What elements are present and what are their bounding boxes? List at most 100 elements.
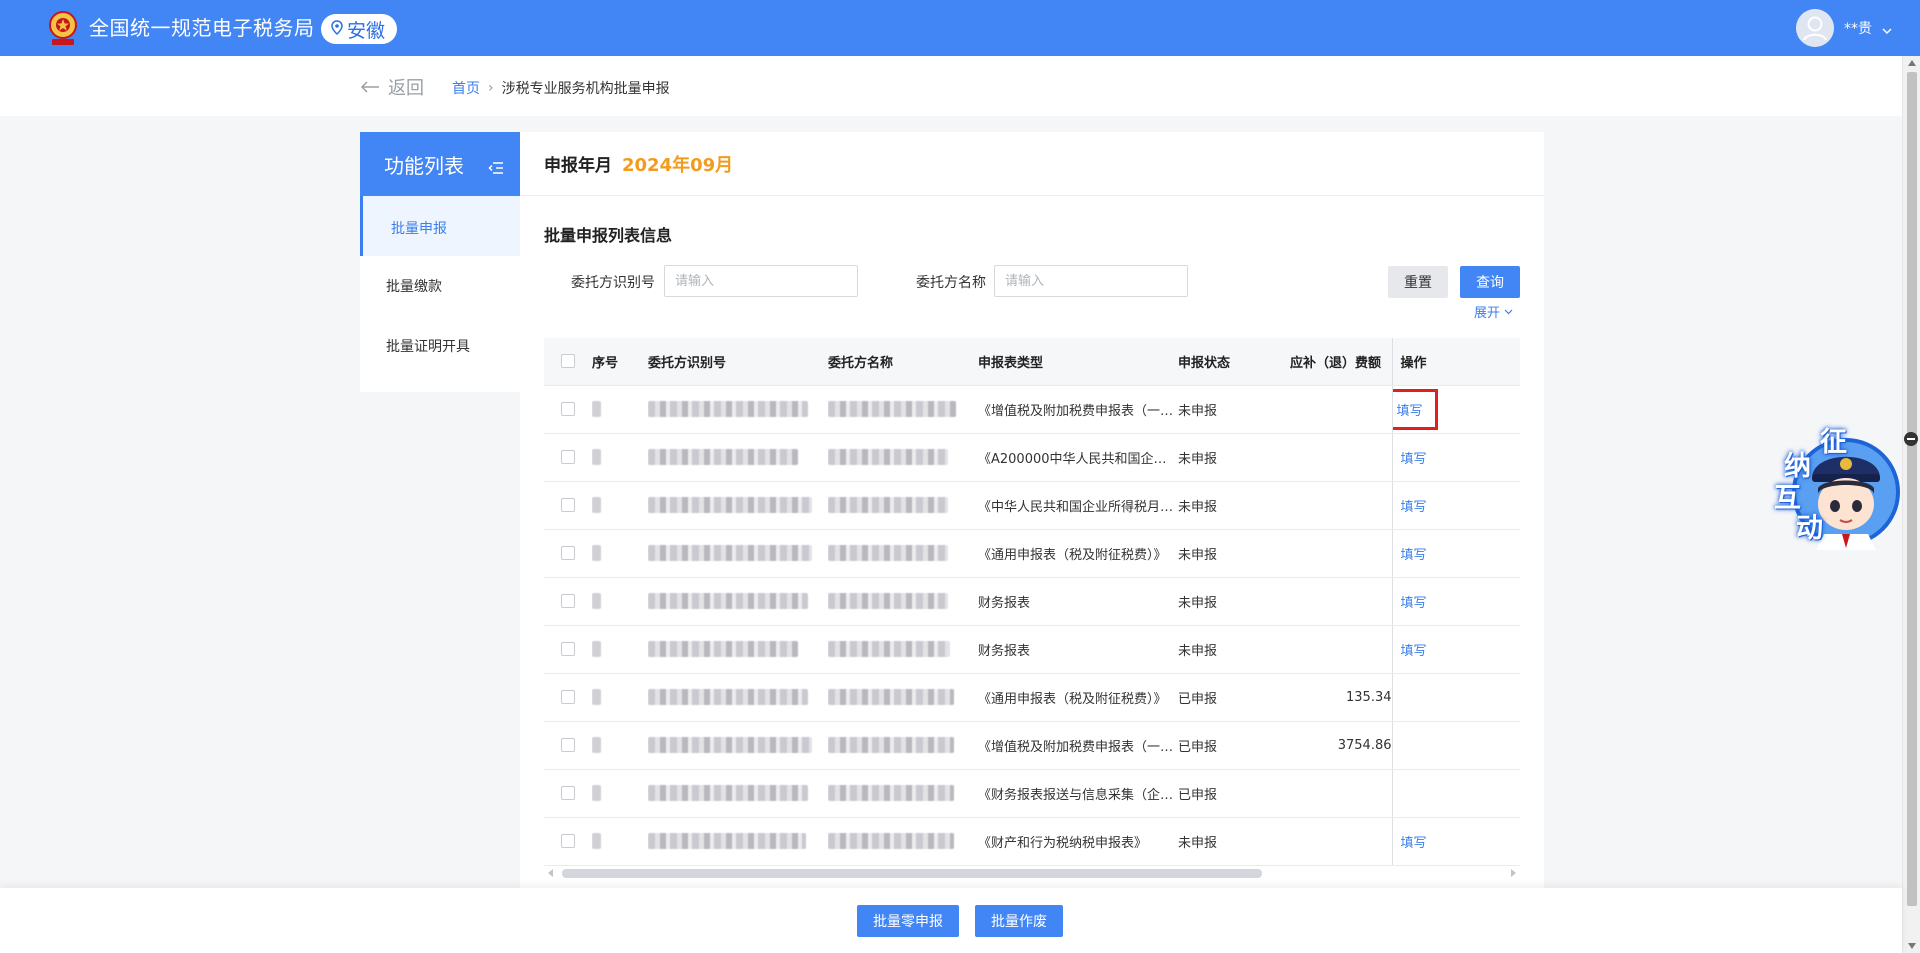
row-checkbox[interactable] bbox=[561, 546, 575, 560]
declare-period-bar: 申报年月 2024年09月 bbox=[520, 132, 1544, 196]
breadcrumb-home-link[interactable]: 首页 bbox=[452, 78, 480, 98]
status-cell: 未申报 bbox=[1178, 433, 1290, 482]
redacted-client-name bbox=[828, 785, 954, 801]
client-name-input[interactable] bbox=[994, 265, 1188, 297]
row-checkbox[interactable] bbox=[561, 450, 575, 464]
status-cell: 未申报 bbox=[1178, 817, 1290, 866]
user-avatar-icon[interactable] bbox=[1796, 9, 1834, 47]
interaction-assistant-widget[interactable]: 征 纳 互 动 bbox=[1772, 422, 1902, 550]
expand-filters-toggle[interactable]: 展开 bbox=[1474, 302, 1513, 321]
row-checkbox[interactable] bbox=[561, 786, 575, 800]
redacted-client-name bbox=[828, 641, 950, 657]
action-cell bbox=[1391, 673, 1520, 722]
redacted-seq bbox=[592, 449, 601, 465]
status-cell: 已申报 bbox=[1178, 769, 1290, 818]
status-cell: 已申报 bbox=[1178, 721, 1290, 770]
action-cell: 填写 bbox=[1391, 529, 1520, 578]
form-type-cell: 《增值税及附加税费申报表（一般纳税人适用）》 bbox=[978, 385, 1178, 434]
vertical-scrollbar[interactable] bbox=[1902, 56, 1920, 953]
reset-button[interactable]: 重置 bbox=[1388, 266, 1448, 298]
client-name-label: 委托方名称 bbox=[916, 275, 986, 291]
user-name[interactable]: **贵 bbox=[1844, 18, 1872, 38]
location-pin-icon bbox=[331, 18, 343, 40]
fill-link[interactable]: 填写 bbox=[1401, 500, 1427, 515]
amount-cell bbox=[1290, 385, 1392, 434]
row-checkbox[interactable] bbox=[561, 594, 575, 608]
sidebar-item-batch-declare[interactable]: 批量申报 bbox=[360, 196, 520, 256]
sidebar-header: 功能列表 bbox=[360, 132, 520, 196]
fill-link[interactable]: 填写 bbox=[1401, 596, 1427, 611]
client-id-label: 委托方识别号 bbox=[571, 275, 655, 291]
client-id-input[interactable] bbox=[664, 265, 858, 297]
amount-cell bbox=[1290, 577, 1392, 626]
chevron-right-icon: › bbox=[488, 80, 494, 96]
row-checkbox[interactable] bbox=[561, 498, 575, 512]
row-checkbox[interactable] bbox=[561, 834, 575, 848]
sidebar-item-batch-certificate[interactable]: 批量证明开具 bbox=[360, 316, 520, 376]
vertical-scroll-thumb[interactable] bbox=[1907, 72, 1917, 906]
status-cell: 未申报 bbox=[1178, 577, 1290, 626]
sidebar-title: 功能列表 bbox=[384, 153, 464, 178]
sidebar-item-batch-payment[interactable]: 批量缴款 bbox=[360, 256, 520, 316]
tax-emblem-logo bbox=[46, 8, 80, 48]
footer-action-bar: 批量零申报 批量作废 bbox=[0, 888, 1902, 953]
row-checkbox[interactable] bbox=[561, 402, 575, 416]
action-cell: 填写 bbox=[1391, 817, 1520, 866]
declare-table: 序号 委托方识别号 委托方名称 申报表类型 申报状态 应补（退）费额 操作 《增… bbox=[544, 338, 1520, 866]
table-row: 《通用申报表（税及附征税费）》 未申报 填写 bbox=[544, 529, 1520, 578]
fill-link[interactable]: 填写 bbox=[1401, 548, 1427, 563]
scroll-left-icon[interactable] bbox=[548, 869, 553, 877]
batch-void-button[interactable]: 批量作废 bbox=[975, 905, 1063, 937]
amount-cell bbox=[1290, 769, 1392, 818]
status-cell: 未申报 bbox=[1178, 385, 1290, 434]
fill-link[interactable]: 填写 bbox=[1401, 644, 1427, 659]
back-button[interactable]: 返回 bbox=[360, 74, 424, 100]
mascot-char-1: 征 bbox=[1820, 427, 1847, 458]
row-checkbox[interactable] bbox=[561, 690, 575, 704]
form-type-cell: 《通用申报表（税及附征税费）》 bbox=[978, 529, 1178, 578]
redacted-client-id bbox=[648, 737, 812, 753]
chevron-down-icon[interactable] bbox=[1882, 20, 1892, 39]
minimize-widget-icon[interactable] bbox=[1904, 432, 1918, 446]
status-cell: 已申报 bbox=[1178, 673, 1290, 722]
fill-link[interactable]: 填写 bbox=[1401, 452, 1427, 467]
breadcrumb: 首页 › 涉税专业服务机构批量申报 bbox=[452, 78, 670, 98]
collapse-menu-icon[interactable] bbox=[488, 156, 504, 180]
redacted-client-name bbox=[828, 833, 954, 849]
table-row: 财务报表 未申报 填写 bbox=[544, 625, 1520, 674]
scroll-right-icon[interactable] bbox=[1511, 869, 1516, 877]
region-selector[interactable]: 安徽 bbox=[321, 14, 398, 44]
select-all-checkbox[interactable] bbox=[561, 354, 575, 369]
redacted-client-id bbox=[648, 593, 808, 609]
form-type-cell: 《财产和行为税纳税申报表》 bbox=[978, 817, 1178, 866]
batch-zero-declare-button[interactable]: 批量零申报 bbox=[857, 905, 959, 937]
form-type-cell: 《通用申报表（税及附征税费）》 bbox=[978, 673, 1178, 722]
table-row: 《财产和行为税纳税申报表》 未申报 填写 bbox=[544, 817, 1520, 866]
col-header-status: 申报状态 bbox=[1178, 338, 1290, 386]
fill-link[interactable]: 填写 bbox=[1393, 388, 1438, 430]
mascot-char-4: 动 bbox=[1796, 513, 1823, 544]
form-type-cell: 《中华人民共和国企业所得税月（季）度预缴纳税申报表》 bbox=[978, 481, 1178, 530]
form-type-cell: 《增值税及附加税费申报表（一般纳税人适用）》 bbox=[978, 721, 1178, 770]
breadcrumb-bar: 返回 首页 › 涉税专业服务机构批量申报 bbox=[0, 56, 1902, 116]
redacted-client-name bbox=[828, 401, 956, 417]
query-button[interactable]: 查询 bbox=[1460, 266, 1520, 298]
fill-link[interactable]: 填写 bbox=[1401, 836, 1427, 851]
chevron-down-icon bbox=[1504, 304, 1513, 319]
table-row: 《中华人民共和国企业所得税月（季）度预缴纳税申报表》未申报 填写 bbox=[544, 481, 1520, 530]
main-panel: 申报年月 2024年09月 批量申报列表信息 委托方识别号 委托方名称 重置 查… bbox=[520, 132, 1544, 892]
scroll-up-icon[interactable] bbox=[1908, 60, 1916, 66]
horizontal-scroll-thumb[interactable] bbox=[562, 869, 1262, 878]
row-checkbox[interactable] bbox=[561, 738, 575, 752]
scroll-down-icon[interactable] bbox=[1908, 943, 1916, 949]
redacted-client-id bbox=[648, 449, 798, 465]
row-checkbox[interactable] bbox=[561, 642, 575, 656]
redacted-seq bbox=[592, 689, 601, 705]
redacted-client-id bbox=[648, 641, 798, 657]
redacted-client-id bbox=[648, 497, 812, 513]
action-cell: 填写 bbox=[1391, 577, 1520, 626]
redacted-client-id bbox=[648, 833, 806, 849]
redacted-client-name bbox=[828, 497, 948, 513]
section-title: 批量申报列表信息 bbox=[544, 226, 673, 245]
horizontal-scrollbar[interactable] bbox=[544, 866, 1520, 880]
